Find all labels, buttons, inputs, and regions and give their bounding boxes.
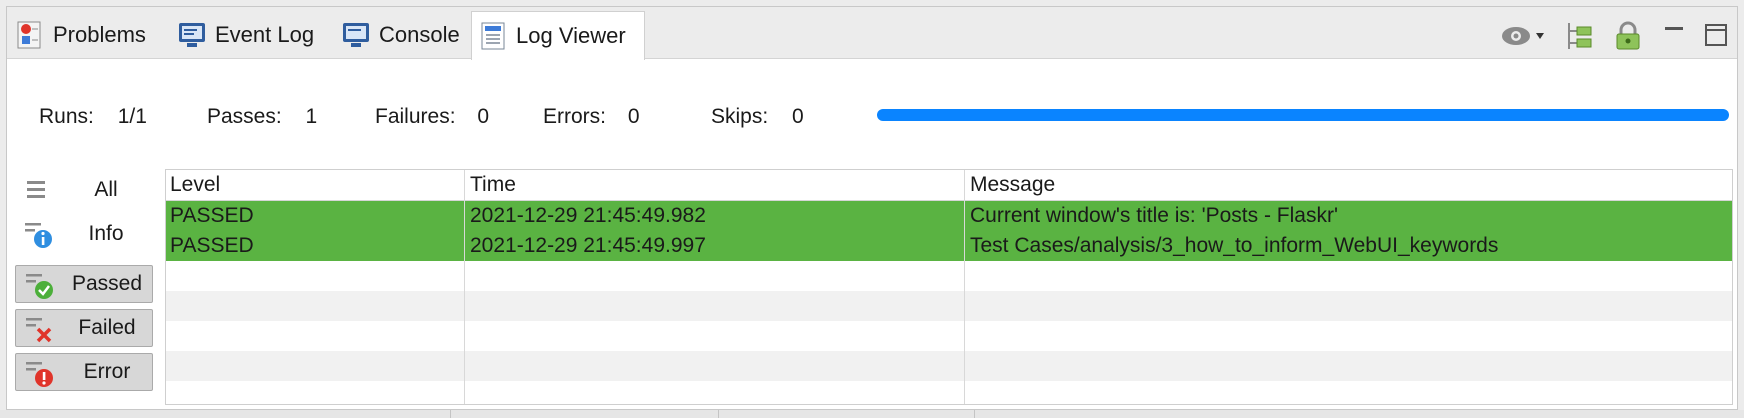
log-table: Level Time Message PASSED 2021-12-29 21:… [165,169,1733,405]
problems-icon [15,20,45,50]
failures-stat: Failures: 0 [375,105,489,129]
filter-error-button[interactable]: Error [15,353,153,391]
column-divider[interactable] [964,170,965,404]
skips-label: Skips: [711,105,769,128]
passes-label: Passes: [207,105,282,128]
runs-value: 1/1 [117,105,147,128]
list-icon [23,175,53,205]
tab-label: Event Log [215,22,315,47]
cell-message: Current window's title is: 'Posts - Flas… [970,204,1338,227]
passes-stat: Passes: 1 [207,105,317,129]
filter-label: Error [83,360,131,383]
progress-bar [877,109,1729,121]
tab-log-viewer[interactable]: Log Viewer [471,11,645,60]
column-header-time[interactable]: Time [470,173,516,197]
table-header: Level Time Message [166,170,1732,201]
empty-row [166,321,1732,351]
tab-event-log[interactable]: Event Log [171,11,327,59]
table-row[interactable]: PASSED 2021-12-29 21:45:49.997 Test Case… [166,231,1732,261]
status-separator [450,410,451,418]
runs-stat: Runs: 1/1 [39,105,147,129]
failures-label: Failures: [375,105,456,128]
cell-time: 2021-12-29 21:45:49.982 [470,204,706,227]
lock-icon[interactable] [1613,21,1643,51]
filter-info-button[interactable]: Info [15,215,153,253]
empty-row [166,291,1732,321]
tab-label: Problems [53,22,146,47]
bottom-status-strip [0,410,1744,418]
empty-row [166,351,1732,381]
tab-label: Log Viewer [516,23,626,48]
status-separator [974,410,975,418]
tab-bar: Problems Event Log Console Log Viewer [7,7,1737,60]
column-header-message[interactable]: Message [970,173,1055,197]
runs-label: Runs: [39,105,94,128]
console-icon [341,20,371,50]
filter-failed-button[interactable]: Failed [15,309,153,347]
table-row[interactable]: PASSED 2021-12-29 21:45:49.982 Current w… [166,201,1732,231]
column-header-level[interactable]: Level [170,173,220,197]
minimize-icon[interactable] [1659,21,1689,51]
tab-label: Console [379,22,460,47]
column-divider[interactable] [464,170,465,404]
skips-value: 0 [792,105,804,128]
cell-level: PASSED [170,234,254,257]
tab-problems[interactable]: Problems [9,11,159,59]
errors-value: 0 [627,105,640,128]
status-separator [718,410,719,418]
cell-time: 2021-12-29 21:45:49.997 [470,234,706,257]
filter-label: Info [88,222,124,245]
errors-label: Errors: [543,105,606,128]
empty-row [166,261,1732,291]
errors-stat: Errors: 0 [543,105,640,129]
error-icon [24,358,54,388]
progress-fill [877,109,1729,121]
eye-dropdown-icon[interactable] [1501,21,1547,51]
filter-label: Passed [71,272,143,295]
log-viewer-icon [478,21,508,51]
tab-console[interactable]: Console [335,11,471,59]
filter-all-button[interactable]: All [15,171,153,209]
cell-level: PASSED [170,204,254,227]
failures-value: 0 [477,105,490,128]
log-viewer-panel: Problems Event Log Console Log Viewer Ru… [6,6,1738,410]
tree-view-icon[interactable] [1563,21,1593,51]
passed-check-icon [24,270,54,300]
passes-value: 1 [305,105,318,128]
failed-x-icon [24,314,54,344]
maximize-icon[interactable] [1701,21,1731,51]
filter-label: All [94,178,118,201]
info-icon [23,219,53,249]
event-log-icon [177,20,207,50]
cell-message: Test Cases/analysis/3_how_to_inform_WebU… [970,234,1499,257]
filter-passed-button[interactable]: Passed [15,265,153,303]
filter-label: Failed [78,316,136,339]
skips-stat: Skips: 0 [711,105,804,129]
